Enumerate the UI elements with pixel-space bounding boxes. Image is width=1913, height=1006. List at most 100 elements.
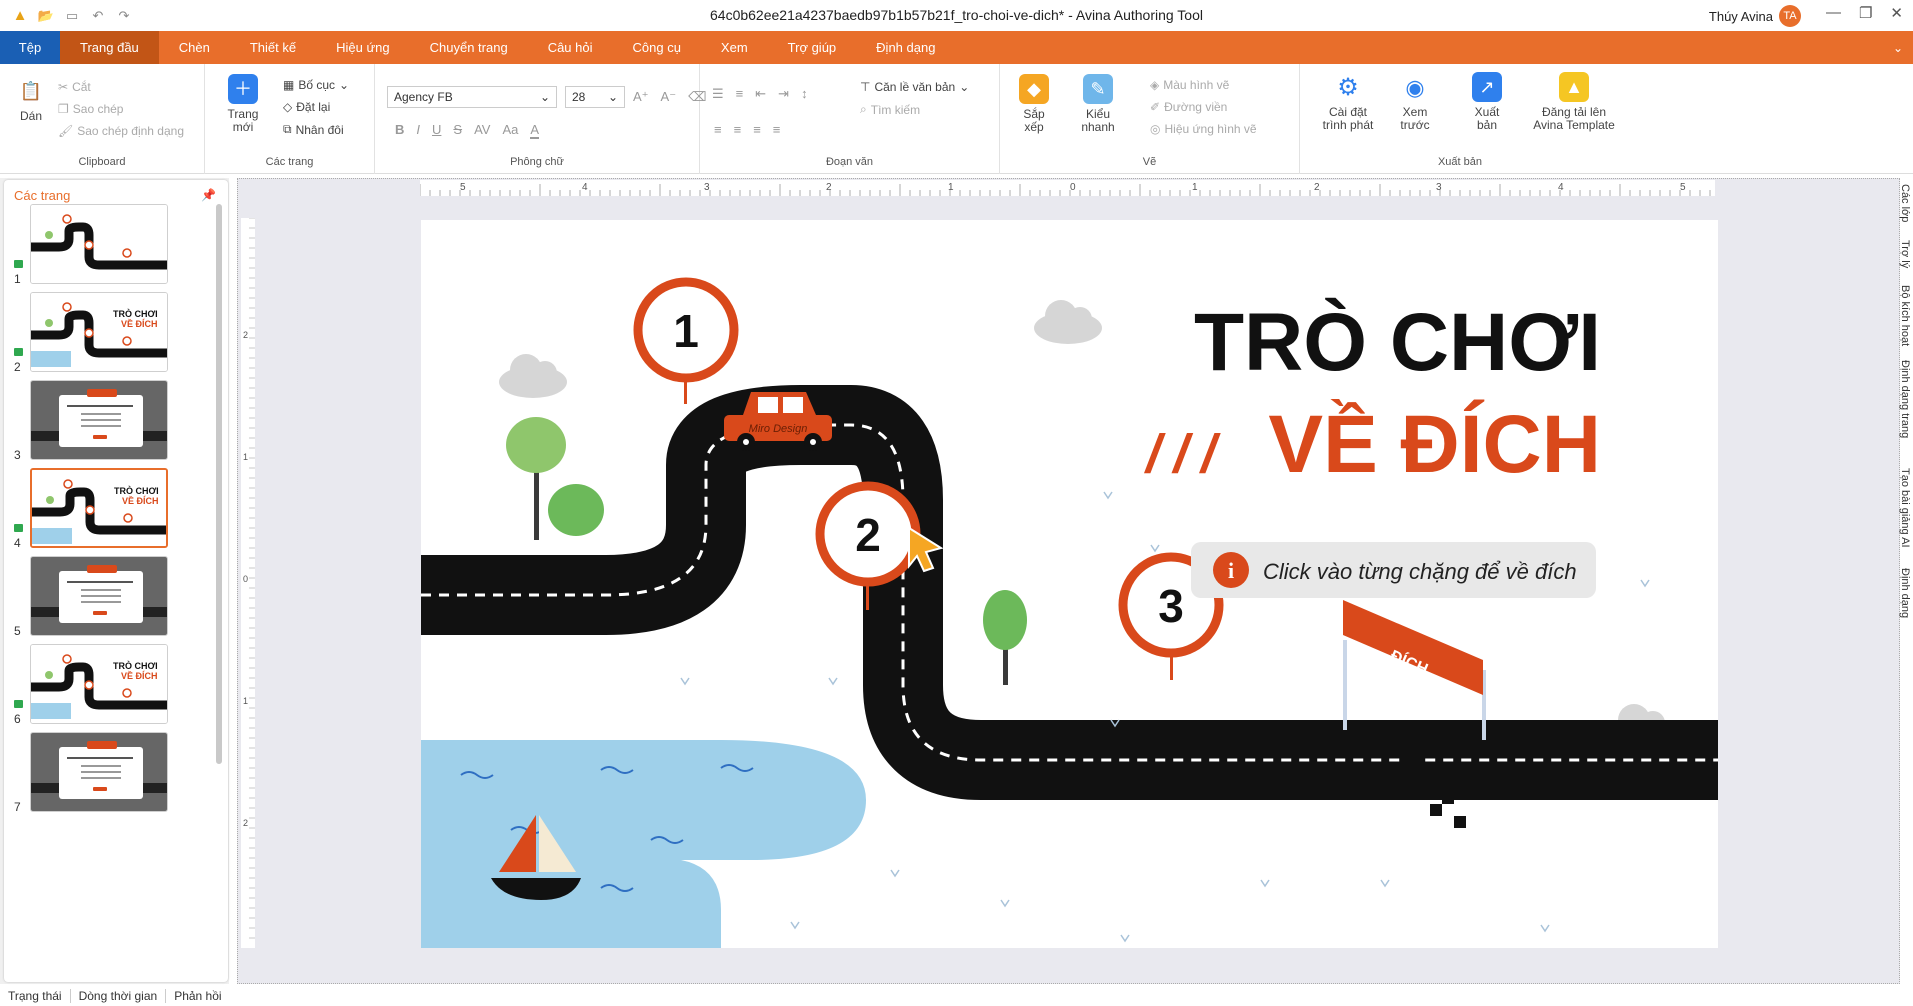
layout-button[interactable]: ▦ Bố cục ⌄ [283, 78, 349, 92]
shape-color-button[interactable]: ◈ Màu hình vẽ [1150, 78, 1229, 92]
align-right-icon[interactable]: ≡ [753, 122, 761, 137]
strikethrough-icon[interactable]: S [453, 122, 462, 139]
menu-effects[interactable]: Hiệu ứng [316, 31, 410, 64]
align-text-button[interactable]: ⊤ Căn lề văn bản ⌄ [860, 80, 969, 94]
menu-questions[interactable]: Câu hỏi [528, 31, 613, 64]
reset-button[interactable]: ◇ Đặt lại [283, 100, 330, 114]
menu-tools[interactable]: Công cụ [613, 31, 701, 64]
pages-scrollbar[interactable] [216, 204, 222, 764]
svg-text:VỀ ĐÍCH: VỀ ĐÍCH [121, 319, 158, 329]
copy-format-button[interactable]: 🖌 Sao chép định dạng [58, 124, 184, 138]
duplicate-button[interactable]: ⧉ Nhân đôi [283, 122, 344, 137]
page-thumbnail[interactable] [30, 380, 168, 460]
line-spacing-icon[interactable]: ↕ [801, 86, 808, 102]
svg-text:VỀ ĐÍCH: VỀ ĐÍCH [121, 671, 158, 681]
draw-group: ◆ Sắp xếp ✎ Kiểu nhanh ◈ Màu hình vẽ ✐ Đườ… [1000, 64, 1300, 174]
page-number: 1 [14, 272, 21, 286]
char-spacing-icon[interactable]: AV [474, 122, 490, 139]
case-icon[interactable]: Aa [502, 122, 518, 139]
menu-format[interactable]: Định dạng [856, 31, 955, 64]
font-color-icon[interactable]: A [530, 122, 540, 139]
avatar: TA [1779, 5, 1801, 27]
page-thumbnail[interactable]: TRÒ CHƠI VỀ ĐÍCH [30, 644, 168, 724]
menu-insert[interactable]: Chèn [159, 31, 230, 64]
status-tab-feedback[interactable]: Phản hồi [166, 989, 229, 1003]
tab-ai-lesson[interactable]: Tạo bài giảng AI [1899, 468, 1911, 548]
page-number: 2 [14, 360, 21, 374]
upload-template-button[interactable]: ▲ Đăng tải lên Avina Template [1530, 72, 1618, 132]
align-left-icon[interactable]: ≡ [714, 122, 722, 137]
tab-layers[interactable]: Các lớp [1899, 184, 1911, 222]
chevron-down-icon: ⌄ [339, 78, 350, 92]
align-center-icon[interactable]: ≡ [734, 122, 742, 137]
ribbon: 📋 Dán ✂ Cắt ❐ Sao chép 🖌 Sao chép định dạng… [0, 64, 1913, 174]
page-thumbnail[interactable] [30, 204, 168, 284]
cut-button[interactable]: ✂ Cắt [58, 80, 91, 94]
slide-title-prefix: /// [1144, 424, 1221, 484]
tab-assistant[interactable]: Trợ lý [1899, 240, 1911, 268]
shrink-font-icon[interactable]: A⁻ [661, 89, 677, 105]
paste-button[interactable]: 📋 Dán [16, 76, 46, 123]
tab-triggers[interactable]: Bộ kích hoạt [1899, 285, 1911, 346]
numbered-list-icon[interactable]: ≡ [736, 86, 744, 102]
minimize-icon[interactable]: — [1826, 4, 1841, 22]
tab-page-format[interactable]: Định dạng trang [1899, 360, 1911, 438]
new-page-button[interactable]: ＋ Trang mới [223, 74, 263, 134]
arrange-button[interactable]: ◆ Sắp xếp [1016, 74, 1052, 134]
user-account[interactable]: Thúy Avina TA [1709, 5, 1801, 27]
page-thumbnail[interactable] [30, 556, 168, 636]
chevron-down-icon[interactable]: ⌄ [1893, 41, 1913, 55]
find-button[interactable]: ⌕ Tìm kiếm [860, 102, 920, 117]
page-thumbnail[interactable] [30, 732, 168, 812]
publish-label: Xuất bản [1437, 156, 1483, 168]
player-settings-button[interactable]: ⚙ Cài đặt trình phát [1320, 72, 1376, 132]
slide-title-line2: VỀ ĐÍCH [1268, 399, 1601, 490]
menu-view[interactable]: Xem [701, 31, 768, 64]
copy-icon: ❐ [58, 102, 69, 116]
menu-help[interactable]: Trợ giúp [768, 31, 857, 64]
page-number: 5 [14, 624, 21, 638]
menu-file[interactable]: Tệp [0, 31, 60, 64]
tab-format[interactable]: Định dạng [1899, 568, 1911, 618]
paste-icon: 📋 [19, 80, 43, 101]
restore-icon[interactable]: ❐ [1859, 4, 1872, 22]
ruler-label: 1 [1192, 182, 1198, 193]
marker-1[interactable]: 1 [633, 277, 739, 404]
copy-button[interactable]: ❐ Sao chép [58, 102, 123, 116]
horizontal-ruler: 5 4 3 2 1 0 1 2 3 4 5 [419, 180, 1715, 196]
quick-style-button[interactable]: ✎ Kiểu nhanh [1078, 74, 1118, 134]
lake [421, 740, 866, 948]
pin-icon[interactable]: 📌 [201, 188, 216, 202]
status-tab-timeline[interactable]: Dòng thời gian [71, 989, 167, 1003]
slide[interactable]: Miro Design 1 2 3 ĐÍCH TRÒ CHƠI /// VỀ Đ… [421, 220, 1718, 948]
page-thumbnail[interactable]: TRÒ CHƠI VỀ ĐÍCH [30, 468, 168, 548]
menu-home[interactable]: Trang đầu [60, 31, 159, 64]
chevron-down-icon: ⌄ [607, 90, 618, 104]
menu-transitions[interactable]: Chuyển trang [410, 31, 528, 64]
page-number: 4 [14, 536, 21, 550]
preview-button[interactable]: ◉ Xem trước [1395, 72, 1435, 132]
bullet-list-icon[interactable]: ☰ [712, 86, 724, 102]
italic-icon[interactable]: I [416, 122, 420, 139]
outline-button[interactable]: ✐ Đường viền [1150, 100, 1227, 114]
menu-design[interactable]: Thiết kế [230, 31, 316, 64]
bold-icon[interactable]: B [395, 122, 404, 139]
shape-effect-button[interactable]: ◎ Hiệu ứng hình vẽ [1150, 122, 1257, 136]
close-icon[interactable]: ✕ [1890, 4, 1903, 22]
justify-icon[interactable]: ≡ [773, 122, 781, 137]
font-size-select[interactable]: 28 ⌄ [565, 86, 625, 108]
page-thumbnail[interactable]: TRÒ CHƠI VỀ ĐÍCH [30, 292, 168, 372]
ruler-label: 2 [243, 330, 248, 340]
font-family-select[interactable]: Agency FB ⌄ [387, 86, 557, 108]
increase-indent-icon[interactable]: ⇥ [778, 86, 789, 102]
export-button[interactable]: ↗ Xuất bản [1470, 72, 1504, 132]
status-tab-state[interactable]: Trạng thái [0, 989, 71, 1003]
grow-font-icon[interactable]: A⁺ [633, 89, 649, 105]
paragraph-group: ☰ ≡ ⇤ ⇥ ↕ ⊤ Căn lề văn bản ⌄ ⌕ Tìm kiếm ≡ ≡… [700, 64, 1000, 174]
underline-icon[interactable]: U [432, 122, 441, 139]
ruler-label: 2 [826, 182, 832, 193]
ruler-label: 4 [582, 182, 588, 193]
pages-label: Các trang [265, 156, 314, 168]
decrease-indent-icon[interactable]: ⇤ [755, 86, 766, 102]
slide-instruction: Click vào từng chặng để về đích [1263, 559, 1577, 584]
